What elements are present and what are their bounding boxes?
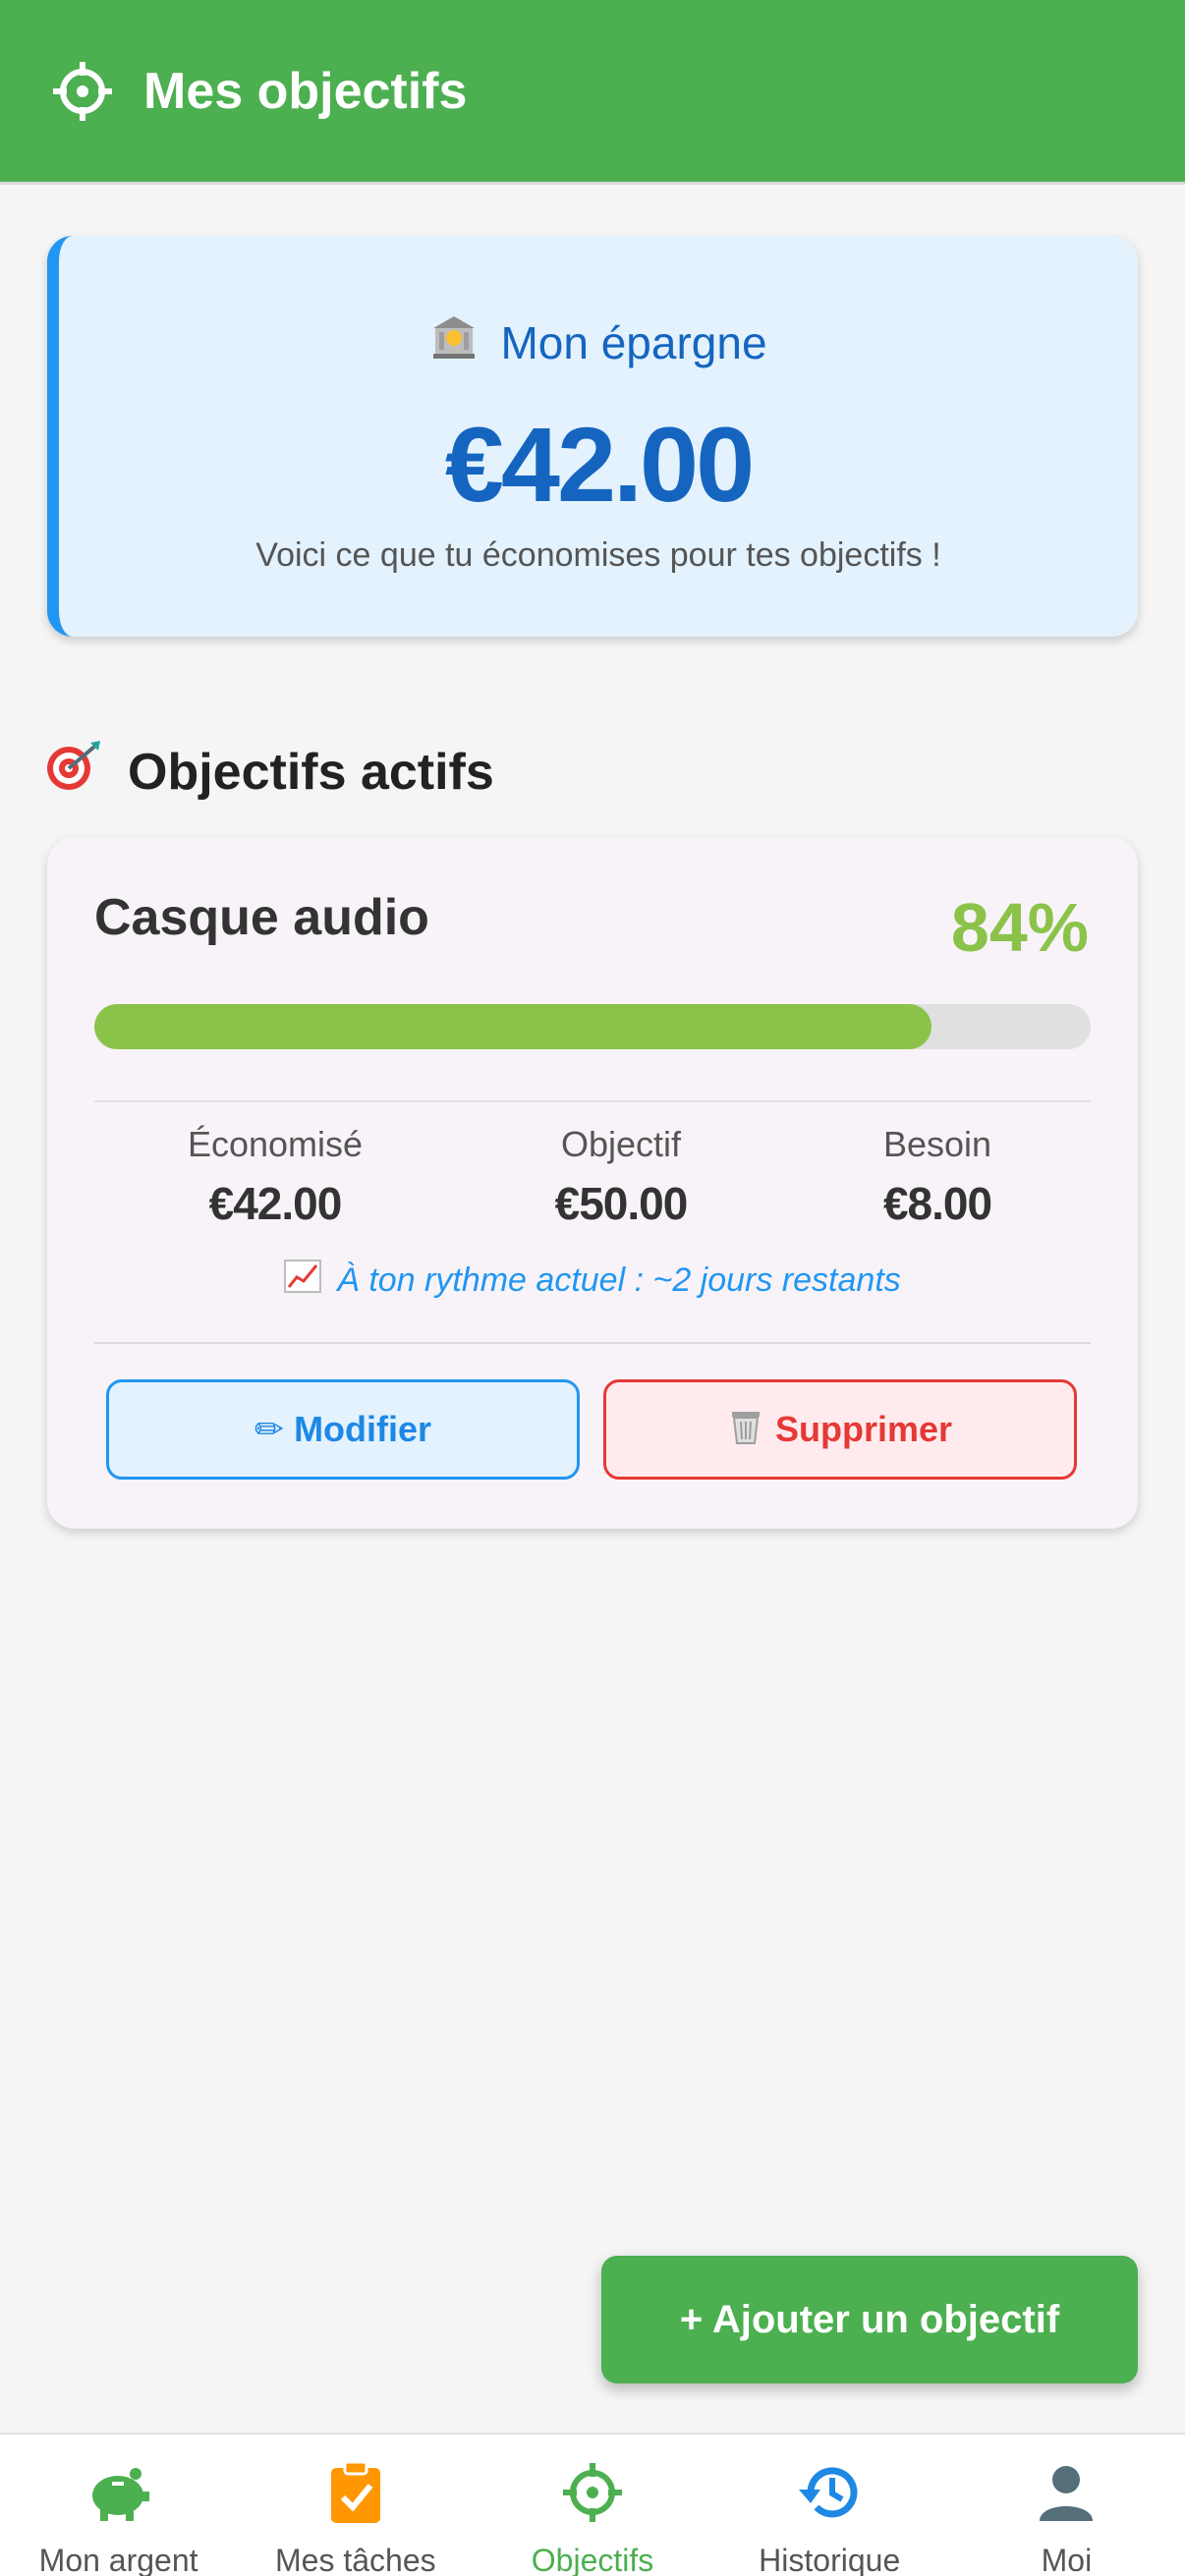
savings-title: Mon épargne [59, 312, 1138, 372]
piggy-bank-icon [86, 2460, 151, 2525]
delete-goal-button[interactable]: Supprimer [603, 1379, 1077, 1480]
crosshair-icon [49, 58, 116, 125]
nav-label: Historique [759, 2543, 901, 2576]
nav-label: Mon argent [38, 2543, 198, 2576]
stat-target-label: Objectif [560, 1124, 682, 1164]
nav-label: Objectifs [531, 2543, 654, 2576]
nav-item-moi[interactable]: Moi [948, 2435, 1185, 2576]
goal-card[interactable]: Casque audio 84% Économisé €42.00 Object… [47, 837, 1138, 1529]
add-goal-label: + Ajouter un objectif [679, 2297, 1060, 2341]
app-header: Mes objectifs [0, 0, 1185, 185]
nav-item-mes-taches[interactable]: Mes tâches [237, 2435, 474, 2576]
stat-target: Objectif €50.00 [474, 1124, 768, 1230]
stat-need-label: Besoin [882, 1124, 992, 1164]
add-goal-button[interactable]: + Ajouter un objectif [601, 2256, 1138, 2383]
goal-progress-fill [94, 1004, 931, 1049]
bank-icon [429, 312, 479, 372]
chart-up-icon [284, 1260, 322, 1302]
clipboard-check-icon [323, 2460, 388, 2525]
goal-rhythm: À ton rythme actuel : ~2 jours restants [47, 1260, 1138, 1302]
goal-progress-bar [94, 1004, 1091, 1049]
crosshair-icon [560, 2460, 625, 2525]
page-title: Mes objectifs [143, 62, 468, 120]
dart-target-icon [45, 739, 102, 805]
savings-title-label: Mon épargne [500, 316, 767, 368]
section-title-label: Objectifs actifs [128, 743, 494, 801]
edit-goal-label: ✏ Modifier [254, 1409, 432, 1449]
stat-saved-label: Économisé [187, 1124, 364, 1164]
savings-card: Mon épargne €42.00 Voici ce que tu écono… [47, 236, 1138, 637]
divider [94, 1342, 1091, 1344]
divider [94, 1100, 1091, 1102]
person-icon [1034, 2460, 1099, 2525]
stat-target-value: €50.00 [554, 1178, 689, 1229]
goal-name: Casque audio [94, 889, 429, 946]
history-icon [797, 2460, 862, 2525]
nav-label: Mes tâches [274, 2543, 436, 2576]
goal-rhythm-text: À ton rythme actuel : ~2 jours restants [337, 1261, 901, 1299]
stat-saved-value: €42.00 [208, 1178, 343, 1229]
nav-item-historique[interactable]: Historique [711, 2435, 948, 2576]
stat-need-value: €8.00 [882, 1178, 992, 1229]
nav-label: Moi [1041, 2543, 1093, 2576]
edit-goal-button[interactable]: ✏ Modifier [106, 1379, 580, 1480]
stat-need: Besoin €8.00 [790, 1124, 1085, 1230]
nav-item-objectifs[interactable]: Objectifs [474, 2435, 710, 2576]
savings-amount: €42.00 [444, 405, 755, 524]
goal-percent: 84% [950, 889, 1089, 966]
section-title-active-goals: Objectifs actifs [45, 739, 494, 805]
savings-subtitle: Voici ce que tu économises pour tes obje… [255, 536, 941, 574]
delete-goal-label: Supprimer [774, 1409, 953, 1449]
bottom-nav: Mon argent Mes tâches Objectifs Historiq… [0, 2433, 1185, 2576]
stat-saved: Économisé €42.00 [128, 1124, 423, 1230]
nav-item-mon-argent[interactable]: Mon argent [0, 2435, 237, 2576]
trash-icon [728, 1406, 763, 1454]
app-root: Mes objectifs Mon épargne €42.00 Voici c… [0, 0, 1185, 2576]
